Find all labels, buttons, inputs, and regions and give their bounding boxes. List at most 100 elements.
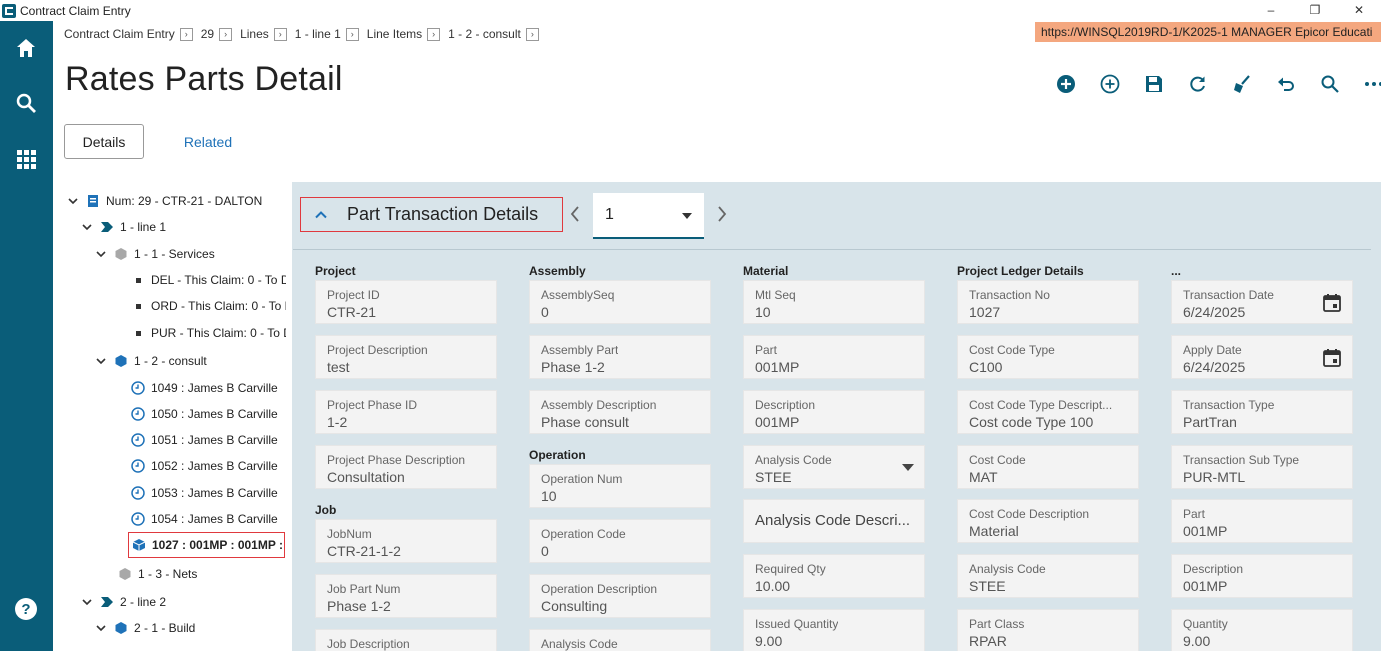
more-button[interactable] — [1360, 70, 1381, 98]
tree-node-line[interactable]: 1 - line 1 — [82, 214, 166, 240]
tree-node-part-selected[interactable]: 1027 : 001MP : 001MP : 0 — [128, 532, 285, 558]
assembly-description-field[interactable]: Assembly Description Phase consult — [529, 390, 711, 434]
analysis-code-description-field[interactable]: Analysis Code Descri... — [743, 499, 925, 543]
breadcrumb-item[interactable]: Line Items › — [367, 27, 441, 41]
save-button[interactable] — [1140, 70, 1168, 98]
chevron-right-icon[interactable]: › — [525, 27, 539, 41]
operation-description-field[interactable]: Operation Description Consulting — [529, 574, 711, 618]
required-qty-field[interactable]: Required Qty 10.00 — [743, 554, 925, 598]
breadcrumb-item[interactable]: 1 - line 1 › — [295, 27, 359, 41]
chevron-right-icon[interactable]: › — [427, 27, 441, 41]
chevron-right-icon[interactable]: › — [345, 27, 359, 41]
minimize-button[interactable]: – — [1249, 0, 1293, 21]
section-header-part-transaction[interactable]: Part Transaction Details — [300, 197, 563, 232]
assembly-part-field[interactable]: Assembly Part Phase 1-2 — [529, 335, 711, 379]
breadcrumb-item[interactable]: 29 › — [201, 27, 233, 41]
tree-node-labor[interactable]: 1054 : James B Carville — [131, 506, 278, 532]
apply-date-field[interactable]: Apply Date 6/24/2025 — [1171, 335, 1353, 379]
chevron-down-icon[interactable] — [96, 249, 106, 259]
tree-node-labor[interactable]: 1049 : James B Carville — [131, 375, 278, 401]
tree-node-labor[interactable]: 1052 : James B Carville — [131, 453, 278, 479]
chevron-up-icon[interactable] — [315, 209, 327, 221]
chevron-right-icon[interactable]: › — [219, 27, 233, 41]
tree-node-line-item[interactable]: 1 - 1 - Services — [96, 241, 215, 267]
transaction-quantity-field[interactable]: Quantity 9.00 — [1171, 609, 1353, 651]
tree-node-rate[interactable]: DEL - This Claim: 0 - To Date — [136, 267, 286, 293]
chevron-left-icon[interactable] — [569, 205, 581, 223]
project-id-field[interactable]: Project ID CTR-21 — [315, 280, 497, 324]
tree-node-line-item[interactable]: 1 - 3 - Nets — [118, 561, 197, 587]
record-selector[interactable]: 1 — [593, 193, 704, 239]
cost-code-field[interactable]: Cost Code MAT — [957, 445, 1139, 489]
apps-grid-icon[interactable] — [14, 147, 38, 171]
transaction-sub-type-field[interactable]: Transaction Sub Type PUR-MTL — [1171, 445, 1353, 489]
clear-button[interactable] — [1228, 70, 1256, 98]
tree-node-rate[interactable]: ORD - This Claim: 0 - To Date — [136, 293, 286, 319]
operation-code-field[interactable]: Operation Code 0 — [529, 519, 711, 563]
chevron-down-icon[interactable] — [82, 222, 92, 232]
job-description-field[interactable]: Job Description — [315, 629, 497, 651]
material-description-field[interactable]: Description 001MP — [743, 390, 925, 434]
breadcrumb-item[interactable]: Lines › — [240, 27, 287, 41]
breadcrumb-item[interactable]: 1 - 2 - consult › — [448, 27, 539, 41]
cost-code-type-description-field[interactable]: Cost Code Type Descript... Cost code Typ… — [957, 390, 1139, 434]
operation-num-field[interactable]: Operation Num 10 — [529, 464, 711, 508]
calendar-icon[interactable] — [1322, 293, 1342, 313]
breadcrumb-item[interactable]: Contract Claim Entry › — [64, 27, 193, 41]
tree-node-line-item[interactable]: 2 - 1 - Build — [96, 615, 195, 641]
part-class-field[interactable]: Part Class RPAR — [957, 609, 1139, 651]
operation-analysis-code-field[interactable]: Analysis Code — [529, 629, 711, 651]
search-icon[interactable] — [14, 91, 38, 115]
maximize-button[interactable]: ❐ — [1293, 0, 1337, 21]
home-icon[interactable] — [14, 36, 38, 60]
add-new-button[interactable] — [1096, 70, 1124, 98]
chevron-right-icon[interactable]: › — [273, 27, 287, 41]
chevron-down-icon[interactable] — [96, 623, 106, 633]
chevron-down-icon[interactable] — [96, 356, 106, 366]
project-phase-id-field[interactable]: Project Phase ID 1-2 — [315, 390, 497, 434]
tree-node-labor[interactable]: 1050 : James B Carville — [131, 401, 278, 427]
close-button[interactable]: ✕ — [1337, 0, 1381, 21]
tree-node-label: 1027 : 001MP : 001MP : 0 — [152, 538, 285, 552]
job-part-num-field[interactable]: Job Part Num Phase 1-2 — [315, 574, 497, 618]
section-title: Part Transaction Details — [347, 204, 539, 224]
caret-down-icon[interactable] — [682, 213, 692, 219]
chevron-right-icon[interactable]: › — [179, 27, 193, 41]
material-analysis-code-dropdown[interactable]: Analysis Code STEE — [743, 445, 925, 489]
tree-node-rate[interactable]: PUR - This Claim: 0 - To Date — [136, 320, 286, 346]
part-cube-icon — [132, 539, 146, 551]
project-phase-description-field[interactable]: Project Phase Description Consultation — [315, 445, 497, 489]
chevron-right-icon[interactable] — [716, 205, 728, 223]
tab-related[interactable]: Related — [170, 124, 246, 159]
assembly-seq-field[interactable]: AssemblySeq 0 — [529, 280, 711, 324]
mtl-seq-field[interactable]: Mtl Seq 10 — [743, 280, 925, 324]
tree-node-labor[interactable]: 1051 : James B Carville — [131, 427, 278, 453]
transaction-date-field[interactable]: Transaction Date 6/24/2025 — [1171, 280, 1353, 324]
cost-code-type-field[interactable]: Cost Code Type C100 — [957, 335, 1139, 379]
help-icon[interactable]: ? — [14, 597, 38, 621]
chevron-down-icon[interactable] — [82, 597, 92, 607]
cost-code-description-field[interactable]: Cost Code Description Material — [957, 499, 1139, 543]
hexagon-blue-icon — [115, 355, 127, 367]
tab-details[interactable]: Details — [64, 124, 144, 159]
transaction-part-field[interactable]: Part 001MP — [1171, 499, 1353, 543]
chevron-down-icon[interactable] — [68, 196, 78, 206]
refresh-button[interactable] — [1184, 70, 1212, 98]
undo-button[interactable] — [1272, 70, 1300, 98]
transaction-no-field[interactable]: Transaction No 1027 — [957, 280, 1139, 324]
tree-node-labor[interactable]: 1053 : James B Carville — [131, 480, 278, 506]
project-description-field[interactable]: Project Description test — [315, 335, 497, 379]
calendar-icon[interactable] — [1322, 348, 1342, 368]
tree-node-line[interactable]: 2 - line 2 — [82, 589, 166, 615]
tree-node-line-item[interactable]: 1 - 2 - consult — [96, 348, 207, 374]
ledger-analysis-code-field[interactable]: Analysis Code STEE — [957, 554, 1139, 598]
search-button[interactable] — [1316, 70, 1344, 98]
job-num-field[interactable]: JobNum CTR-21-1-2 — [315, 519, 497, 563]
new-button[interactable] — [1052, 70, 1080, 98]
issued-quantity-field[interactable]: Issued Quantity 9.00 — [743, 609, 925, 651]
transaction-type-field[interactable]: Transaction Type PartTran — [1171, 390, 1353, 434]
caret-down-icon[interactable] — [902, 464, 914, 472]
material-part-field[interactable]: Part 001MP — [743, 335, 925, 379]
transaction-description-field[interactable]: Description 001MP — [1171, 554, 1353, 598]
tree-node-contract[interactable]: Num: 29 - CTR-21 - DALTON — [68, 188, 262, 214]
